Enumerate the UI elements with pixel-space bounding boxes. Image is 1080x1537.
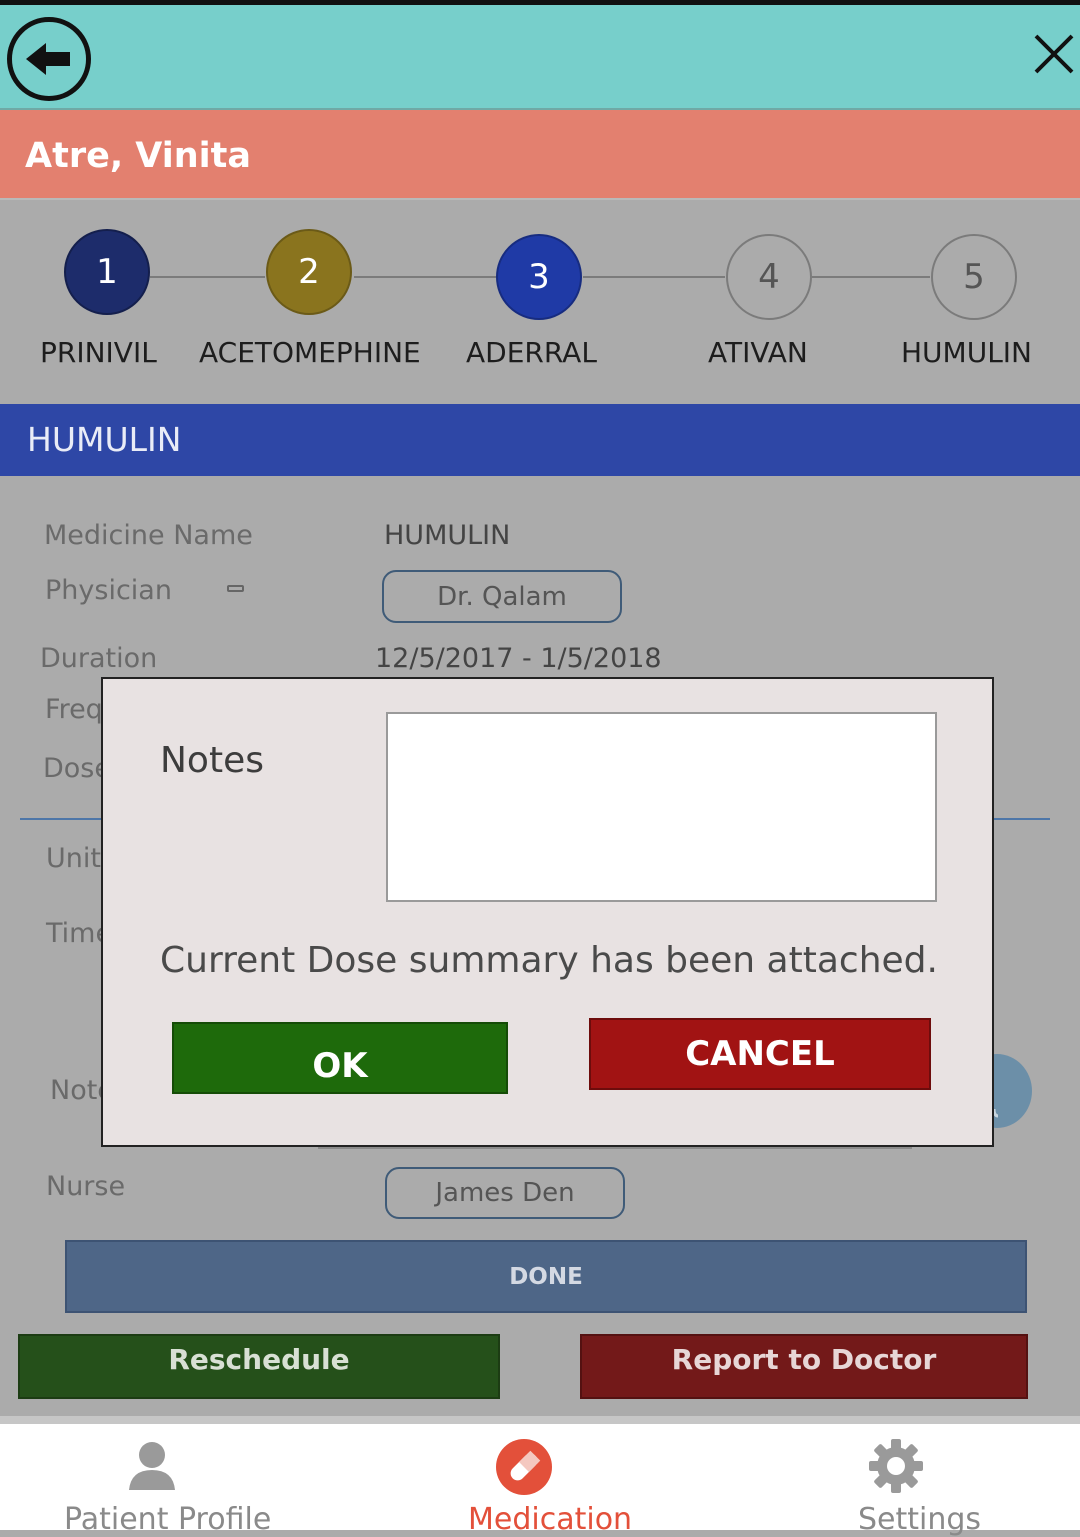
step-label-prinivil: PRINIVIL	[40, 336, 157, 369]
nav-label-patient-profile[interactable]: Patient Profile	[64, 1502, 271, 1537]
step-5[interactable]: 5	[931, 234, 1017, 320]
step-label-ativan: ATIVAN	[708, 336, 808, 369]
notes-field-underline	[318, 1147, 912, 1149]
back-arrow-icon	[26, 43, 70, 75]
close-button[interactable]	[1030, 30, 1080, 80]
frequency-label: Freq	[45, 694, 103, 725]
gear-icon	[869, 1439, 923, 1493]
nav-label-settings[interactable]: Settings	[858, 1502, 981, 1537]
ok-button[interactable]: OK	[172, 1022, 508, 1094]
nurse-label: Nurse	[46, 1171, 126, 1202]
step-connector	[583, 276, 725, 278]
reschedule-button[interactable]: Reschedule	[18, 1334, 500, 1399]
unit-label: Unit	[46, 843, 101, 874]
minus-icon[interactable]	[227, 585, 244, 592]
patient-name: Atre, Vinita	[25, 136, 252, 176]
step-label-humulin: HUMULIN	[901, 336, 1033, 369]
nurse-value: James Den	[435, 1178, 575, 1208]
dialog-message: Current Dose summary has been attached.	[160, 940, 938, 981]
nav-settings[interactable]	[867, 1437, 925, 1495]
duration-label: Duration	[40, 643, 158, 674]
report-to-doctor-button[interactable]: Report to Doctor	[580, 1334, 1028, 1399]
step-connector	[812, 276, 930, 278]
step-1[interactable]: 1	[64, 229, 150, 315]
pill-icon	[496, 1439, 552, 1495]
done-button[interactable]: DONE	[65, 1240, 1027, 1313]
step-4[interactable]: 4	[726, 234, 812, 320]
duration-value: 12/5/2017 - 1/5/2018	[375, 643, 662, 674]
physician-label: Physician	[45, 575, 172, 606]
section-title: HUMULIN	[27, 420, 182, 459]
medicine-name-value: HUMULIN	[384, 520, 511, 551]
step-number: 4	[758, 257, 780, 297]
medicine-name-label: Medicine Name	[44, 520, 253, 551]
nav-label-medication[interactable]: Medication	[468, 1502, 632, 1537]
step-connector	[354, 276, 496, 278]
step-connector	[150, 276, 265, 278]
nav-patient-profile[interactable]	[127, 1440, 177, 1492]
dialog-notes-label: Notes	[160, 740, 264, 781]
step-number: 1	[96, 252, 118, 292]
step-2[interactable]: 2	[266, 229, 352, 315]
close-icon	[1034, 34, 1074, 74]
step-label-aderral: ADERRAL	[466, 336, 597, 369]
person-icon	[129, 1442, 175, 1490]
step-3[interactable]: 3	[496, 234, 582, 320]
nav-medication[interactable]	[495, 1438, 553, 1496]
step-number: 5	[963, 257, 985, 297]
dialog-notes-input[interactable]	[386, 712, 937, 902]
physician-value: Dr. Qalam	[437, 581, 567, 612]
top-bar	[0, 0, 1080, 110]
back-button[interactable]	[7, 17, 91, 101]
nurse-field[interactable]: James Den	[385, 1167, 625, 1219]
cancel-button[interactable]: CANCEL	[589, 1018, 931, 1090]
step-number: 2	[298, 252, 320, 292]
step-number: 3	[528, 257, 550, 297]
physician-field[interactable]: Dr. Qalam	[382, 570, 622, 623]
step-label-acetomephine: ACETOMEPHINE	[199, 336, 421, 369]
